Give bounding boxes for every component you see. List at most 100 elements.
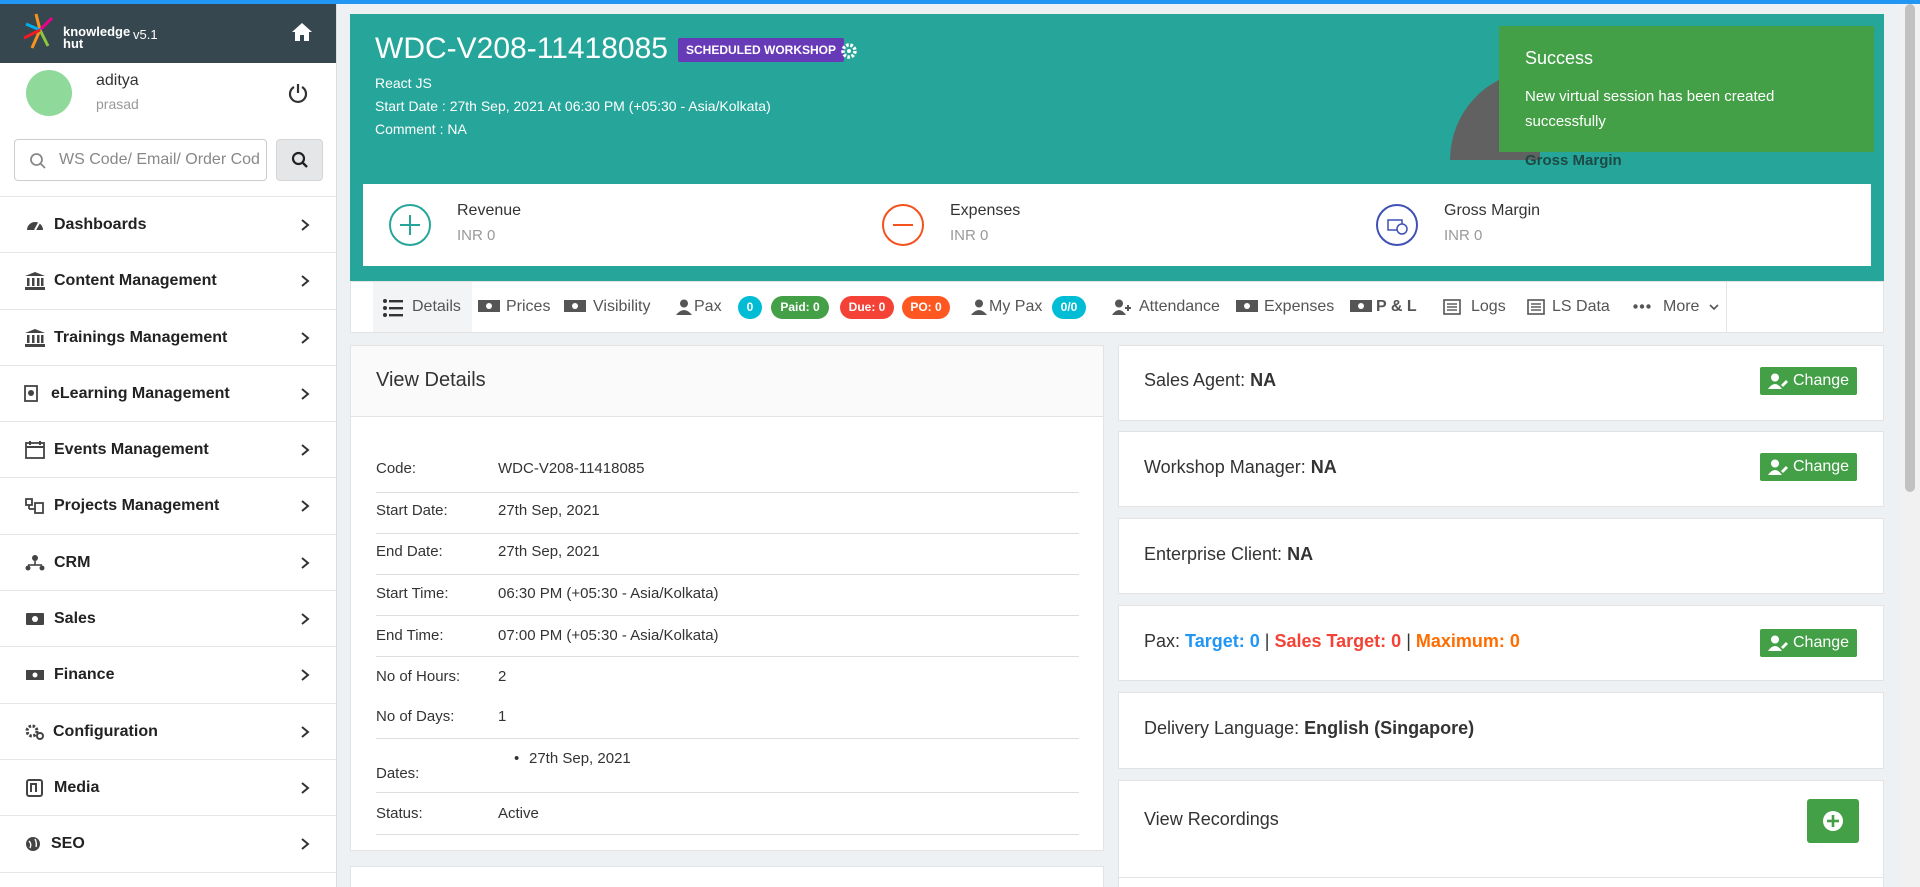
- detail-key: Status:: [376, 805, 423, 822]
- detail-row: Start Time: 06:30 PM (+05:30 - Asia/Kolk…: [376, 575, 1079, 616]
- detail-value: 27th Sep, 2021: [498, 502, 600, 519]
- sidebar-item-dashboards[interactable]: Dashboards: [0, 197, 336, 254]
- add-recording-button[interactable]: [1807, 799, 1859, 843]
- calendar-icon: [25, 441, 45, 460]
- power-icon[interactable]: [287, 82, 309, 104]
- money-icon: [564, 300, 586, 312]
- user-icon: [676, 299, 692, 315]
- change-pax-button[interactable]: Change: [1760, 629, 1857, 657]
- sidebar-nav: Dashboards Content Management Trainings …: [0, 197, 336, 873]
- detail-key: Start Time:: [376, 585, 449, 602]
- enterprise-client-card: Enterprise Client: NA: [1118, 518, 1884, 594]
- workshop-header: WDC-V208-11418085 SCHEDULED WORKSHOP Rea…: [350, 14, 1884, 281]
- kpi-gross-margin: Gross Margin INR 0: [1350, 184, 1844, 266]
- detail-value: WDC-V208-11418085: [498, 460, 645, 477]
- workshop-manager-text: Workshop Manager: NA: [1144, 457, 1337, 477]
- search-button[interactable]: [276, 139, 323, 181]
- plus-circle-icon: [1823, 811, 1843, 831]
- sidebar-item-content-management[interactable]: Content Management: [0, 253, 336, 310]
- panel-title: View Details: [376, 369, 486, 391]
- projects-icon: [25, 498, 44, 515]
- kpi-strip: Revenue INR 0 Expenses INR 0 Gross Margi…: [363, 184, 1871, 266]
- my-pax-count-badge: 0/0: [1052, 296, 1086, 319]
- tab-pax[interactable]: Pax 0 Paid: 0: [670, 282, 833, 332]
- recordings-table-header-line: [1119, 877, 1883, 878]
- success-toast[interactable]: Success New virtual session has been cre…: [1499, 26, 1874, 152]
- knowledgehut-logo-icon[interactable]: [18, 8, 60, 58]
- user-edit-icon: [1768, 373, 1788, 389]
- chevron-right-icon: [301, 725, 310, 738]
- sidebar-item-events-management[interactable]: Events Management: [0, 422, 336, 479]
- avatar[interactable]: [26, 70, 72, 116]
- chevron-right-icon: [301, 500, 310, 513]
- scrollbar-thumb[interactable]: [1905, 4, 1915, 492]
- money-circle-icon: [1376, 204, 1418, 246]
- tab-label: Logs: [1471, 298, 1506, 315]
- detail-value: 27th Sep, 2021: [529, 750, 631, 767]
- recordings-title: View Recordings: [1144, 809, 1279, 829]
- tab-details[interactable]: Details: [373, 282, 472, 332]
- home-icon[interactable]: [290, 20, 314, 44]
- change-workshop-manager-button[interactable]: Change: [1760, 453, 1857, 481]
- sidebar-item-crm[interactable]: CRM: [0, 535, 336, 592]
- kpi-label: Revenue: [457, 202, 522, 219]
- tab-label: P & L: [1376, 298, 1417, 315]
- tab-my-pax[interactable]: My Pax 0/0: [967, 282, 1106, 332]
- sidebar-item-seo[interactable]: SEO: [0, 816, 336, 873]
- detail-row: Status: Active: [376, 793, 1079, 835]
- sidebar-item-trainings-management[interactable]: Trainings Management: [0, 310, 336, 366]
- page-scrollbar[interactable]: [1900, 4, 1920, 887]
- tab-logs[interactable]: Logs: [1435, 282, 1519, 332]
- chevron-right-icon: [301, 219, 310, 231]
- sidebar-item-projects-management[interactable]: Projects Management: [0, 478, 336, 535]
- sidebar-item-finance[interactable]: Finance: [0, 647, 336, 704]
- sidebar-item-media[interactable]: Media: [0, 760, 336, 817]
- search-input[interactable]: [59, 148, 259, 172]
- workshop-manager-card: Workshop Manager: NA Change: [1118, 431, 1884, 507]
- po-badge: PO: 0: [902, 296, 950, 319]
- brand-bar: knowledge hut v5.1: [0, 4, 336, 63]
- change-sales-agent-button[interactable]: Change: [1760, 367, 1857, 395]
- view-details-panel: View Details Code: WDC-V208-11418085 Sta…: [350, 345, 1104, 851]
- tab-visibility[interactable]: Visibility: [558, 282, 670, 332]
- workshop-code-title: WDC-V208-11418085: [375, 32, 668, 65]
- tab-prices[interactable]: Prices: [472, 282, 558, 332]
- detail-row: Dates: • 27th Sep, 2021: [376, 739, 1079, 793]
- detail-row: No of Days: 1: [376, 698, 1079, 739]
- cogs-icon: [25, 724, 44, 740]
- sidebar-item-label: SEO: [51, 835, 85, 853]
- pax-count-badge: 0: [738, 296, 762, 319]
- sidebar-item-label: Content Management: [54, 272, 217, 290]
- elearning-icon: [24, 384, 38, 402]
- globe-icon: [26, 837, 40, 852]
- course-name: React JS: [375, 75, 432, 91]
- kpi-label: Gross Margin: [1444, 202, 1541, 219]
- detail-key: No of Days:: [376, 708, 455, 725]
- tab-expenses[interactable]: Expenses: [1230, 282, 1344, 332]
- detail-row: Code: WDC-V208-11418085: [376, 452, 1079, 493]
- kpi-value: INR 0: [950, 227, 989, 244]
- next-panel: [350, 866, 1104, 887]
- tab-ls-data[interactable]: LS Data: [1519, 282, 1623, 332]
- detail-key: End Time:: [376, 627, 444, 644]
- tab-more[interactable]: More: [1623, 282, 1727, 332]
- search-area: [0, 123, 336, 197]
- search-icon: [291, 151, 308, 168]
- sidebar-item-label: Events Management: [54, 441, 209, 459]
- gear-icon[interactable]: [840, 42, 858, 60]
- detail-key: Start Date:: [376, 502, 448, 519]
- detail-value: Active: [498, 805, 539, 822]
- tab-attendance[interactable]: Attendance: [1106, 282, 1230, 332]
- list-icon: [383, 299, 403, 317]
- sidebar-item-elearning-management[interactable]: eLearning Management: [0, 366, 336, 423]
- sidebar-item-sales[interactable]: Sales: [0, 591, 336, 648]
- chevron-right-icon: [301, 444, 310, 456]
- tab-due-po[interactable]: Due: 0 PO: 0: [833, 282, 967, 332]
- tab-profit-loss[interactable]: P & L: [1344, 282, 1435, 332]
- detail-value: 06:30 PM (+05:30 - Asia/Kolkata): [498, 585, 719, 602]
- brand-name: knowledge hut: [63, 24, 131, 51]
- detail-key: Dates:: [376, 765, 420, 782]
- sidebar-item-configuration[interactable]: Configuration: [0, 704, 336, 760]
- chevron-right-icon: [301, 782, 310, 794]
- user-subname: prasad: [96, 96, 139, 112]
